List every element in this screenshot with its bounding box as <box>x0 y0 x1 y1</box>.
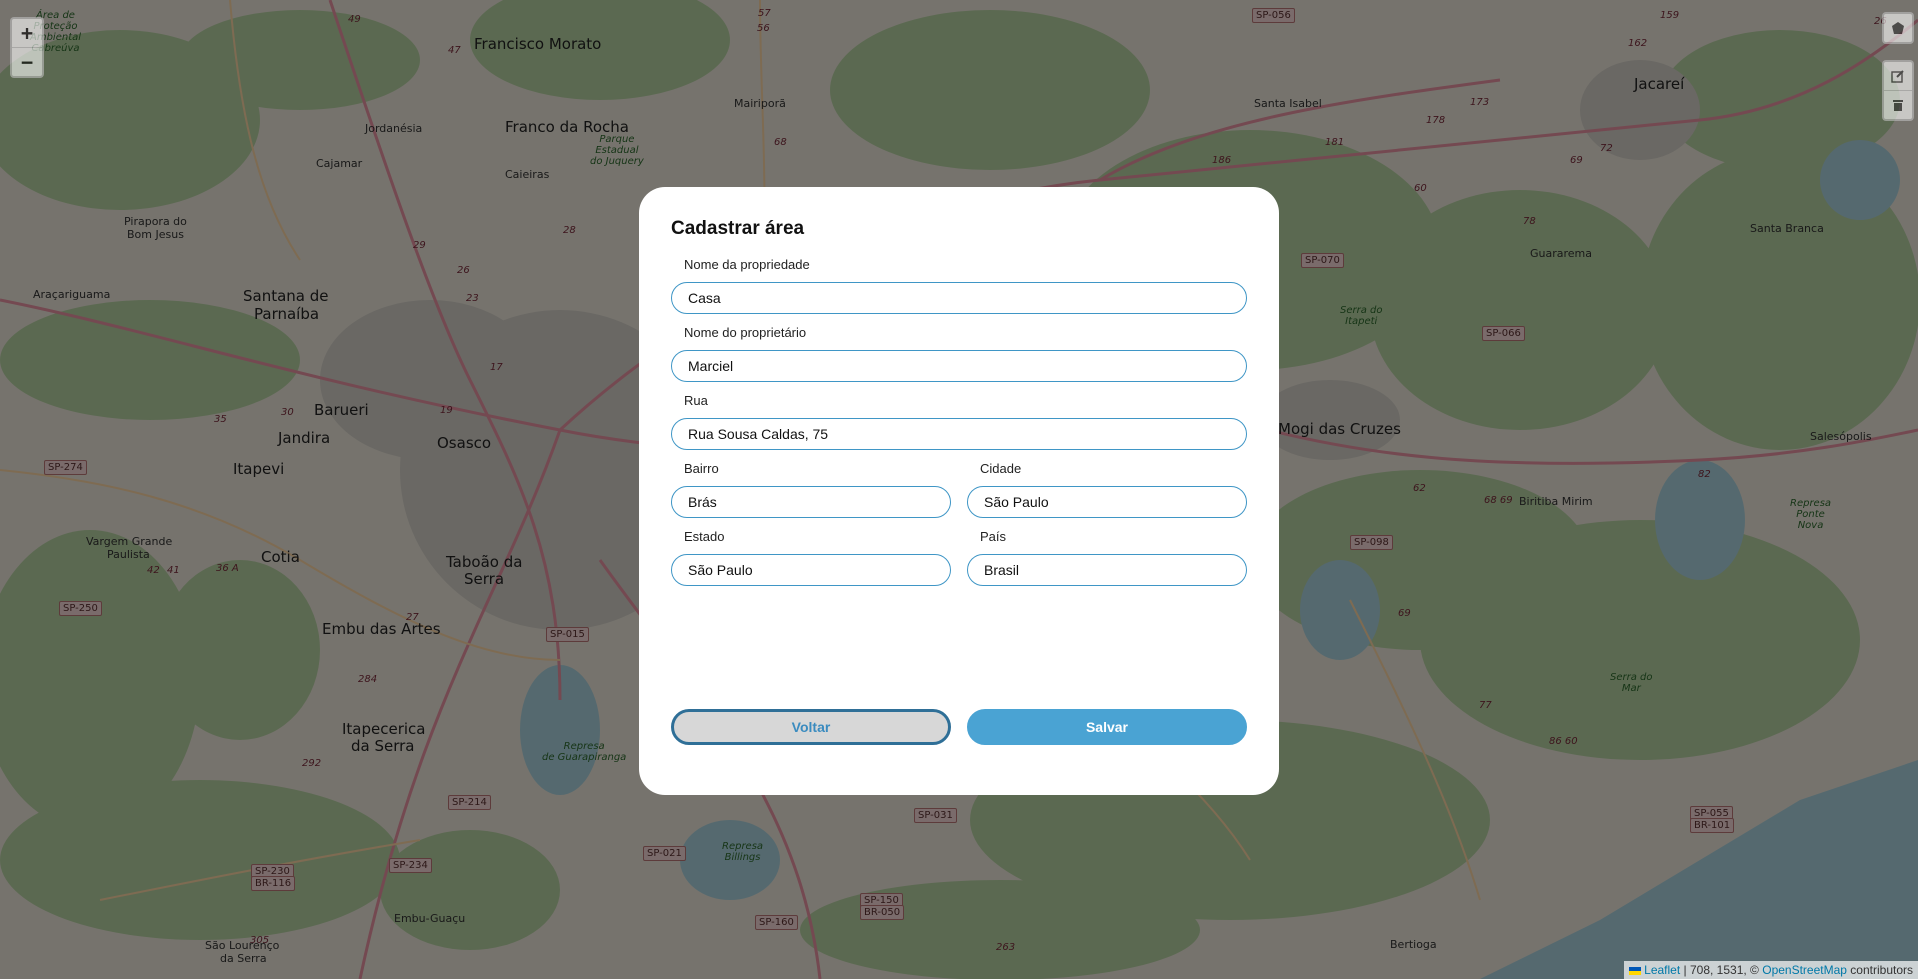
owner-name-field: Nome do proprietário Marciel <box>671 324 1247 382</box>
city-input[interactable]: São Paulo <box>967 486 1247 518</box>
neighborhood-field: Bairro Brás <box>671 460 951 518</box>
owner-name-label: Nome do proprietário <box>684 325 807 340</box>
state-label: Estado <box>684 529 725 544</box>
save-button[interactable]: Salvar <box>967 709 1247 745</box>
draw-polygon-button[interactable] <box>1884 14 1912 42</box>
country-field: País Brasil <box>967 528 1247 586</box>
coords-text: | 708, 1531, © <box>1683 963 1759 977</box>
osm-link[interactable]: OpenStreetMap <box>1762 963 1847 977</box>
state-field: Estado São Paulo <box>671 528 951 586</box>
owner-name-input[interactable]: Marciel <box>671 350 1247 382</box>
polygon-icon <box>1892 22 1904 34</box>
neighborhood-input[interactable]: Brás <box>671 486 951 518</box>
map-attribution: Leaflet | 708, 1531, © OpenStreetMap con… <box>1624 961 1918 979</box>
ukraine-flag-icon <box>1629 966 1642 975</box>
edit-toolbar <box>1882 60 1914 121</box>
modal-title: Cadastrar área <box>671 218 805 239</box>
contributors-text: contributors <box>1850 963 1913 977</box>
zoom-out-button[interactable]: − <box>12 47 42 76</box>
delete-layers-button[interactable] <box>1884 90 1912 119</box>
city-field: Cidade São Paulo <box>967 460 1247 518</box>
trash-icon <box>1893 100 1903 111</box>
neighborhood-label: Bairro <box>684 461 719 476</box>
street-label: Rua <box>684 393 708 408</box>
leaflet-link[interactable]: Leaflet <box>1644 963 1680 977</box>
zoom-in-button[interactable]: + <box>12 19 42 47</box>
city-label: Cidade <box>980 461 1022 476</box>
draw-toolbar <box>1882 12 1914 44</box>
edit-layers-button[interactable] <box>1884 62 1912 90</box>
street-field: Rua Rua Sousa Caldas, 75 <box>671 392 1247 450</box>
country-input[interactable]: Brasil <box>967 554 1247 586</box>
property-name-field: Nome da propriedade Casa <box>671 256 1247 314</box>
back-button[interactable]: Voltar <box>671 709 951 745</box>
property-name-label: Nome da propriedade <box>684 257 810 272</box>
country-label: País <box>980 529 1007 544</box>
state-input[interactable]: São Paulo <box>671 554 951 586</box>
property-name-input[interactable]: Casa <box>671 282 1247 314</box>
edit-icon <box>1891 70 1904 83</box>
zoom-control: + − <box>10 17 44 78</box>
register-area-modal: Cadastrar área Nome da propriedade Casa … <box>639 187 1279 795</box>
street-input[interactable]: Rua Sousa Caldas, 75 <box>671 418 1247 450</box>
